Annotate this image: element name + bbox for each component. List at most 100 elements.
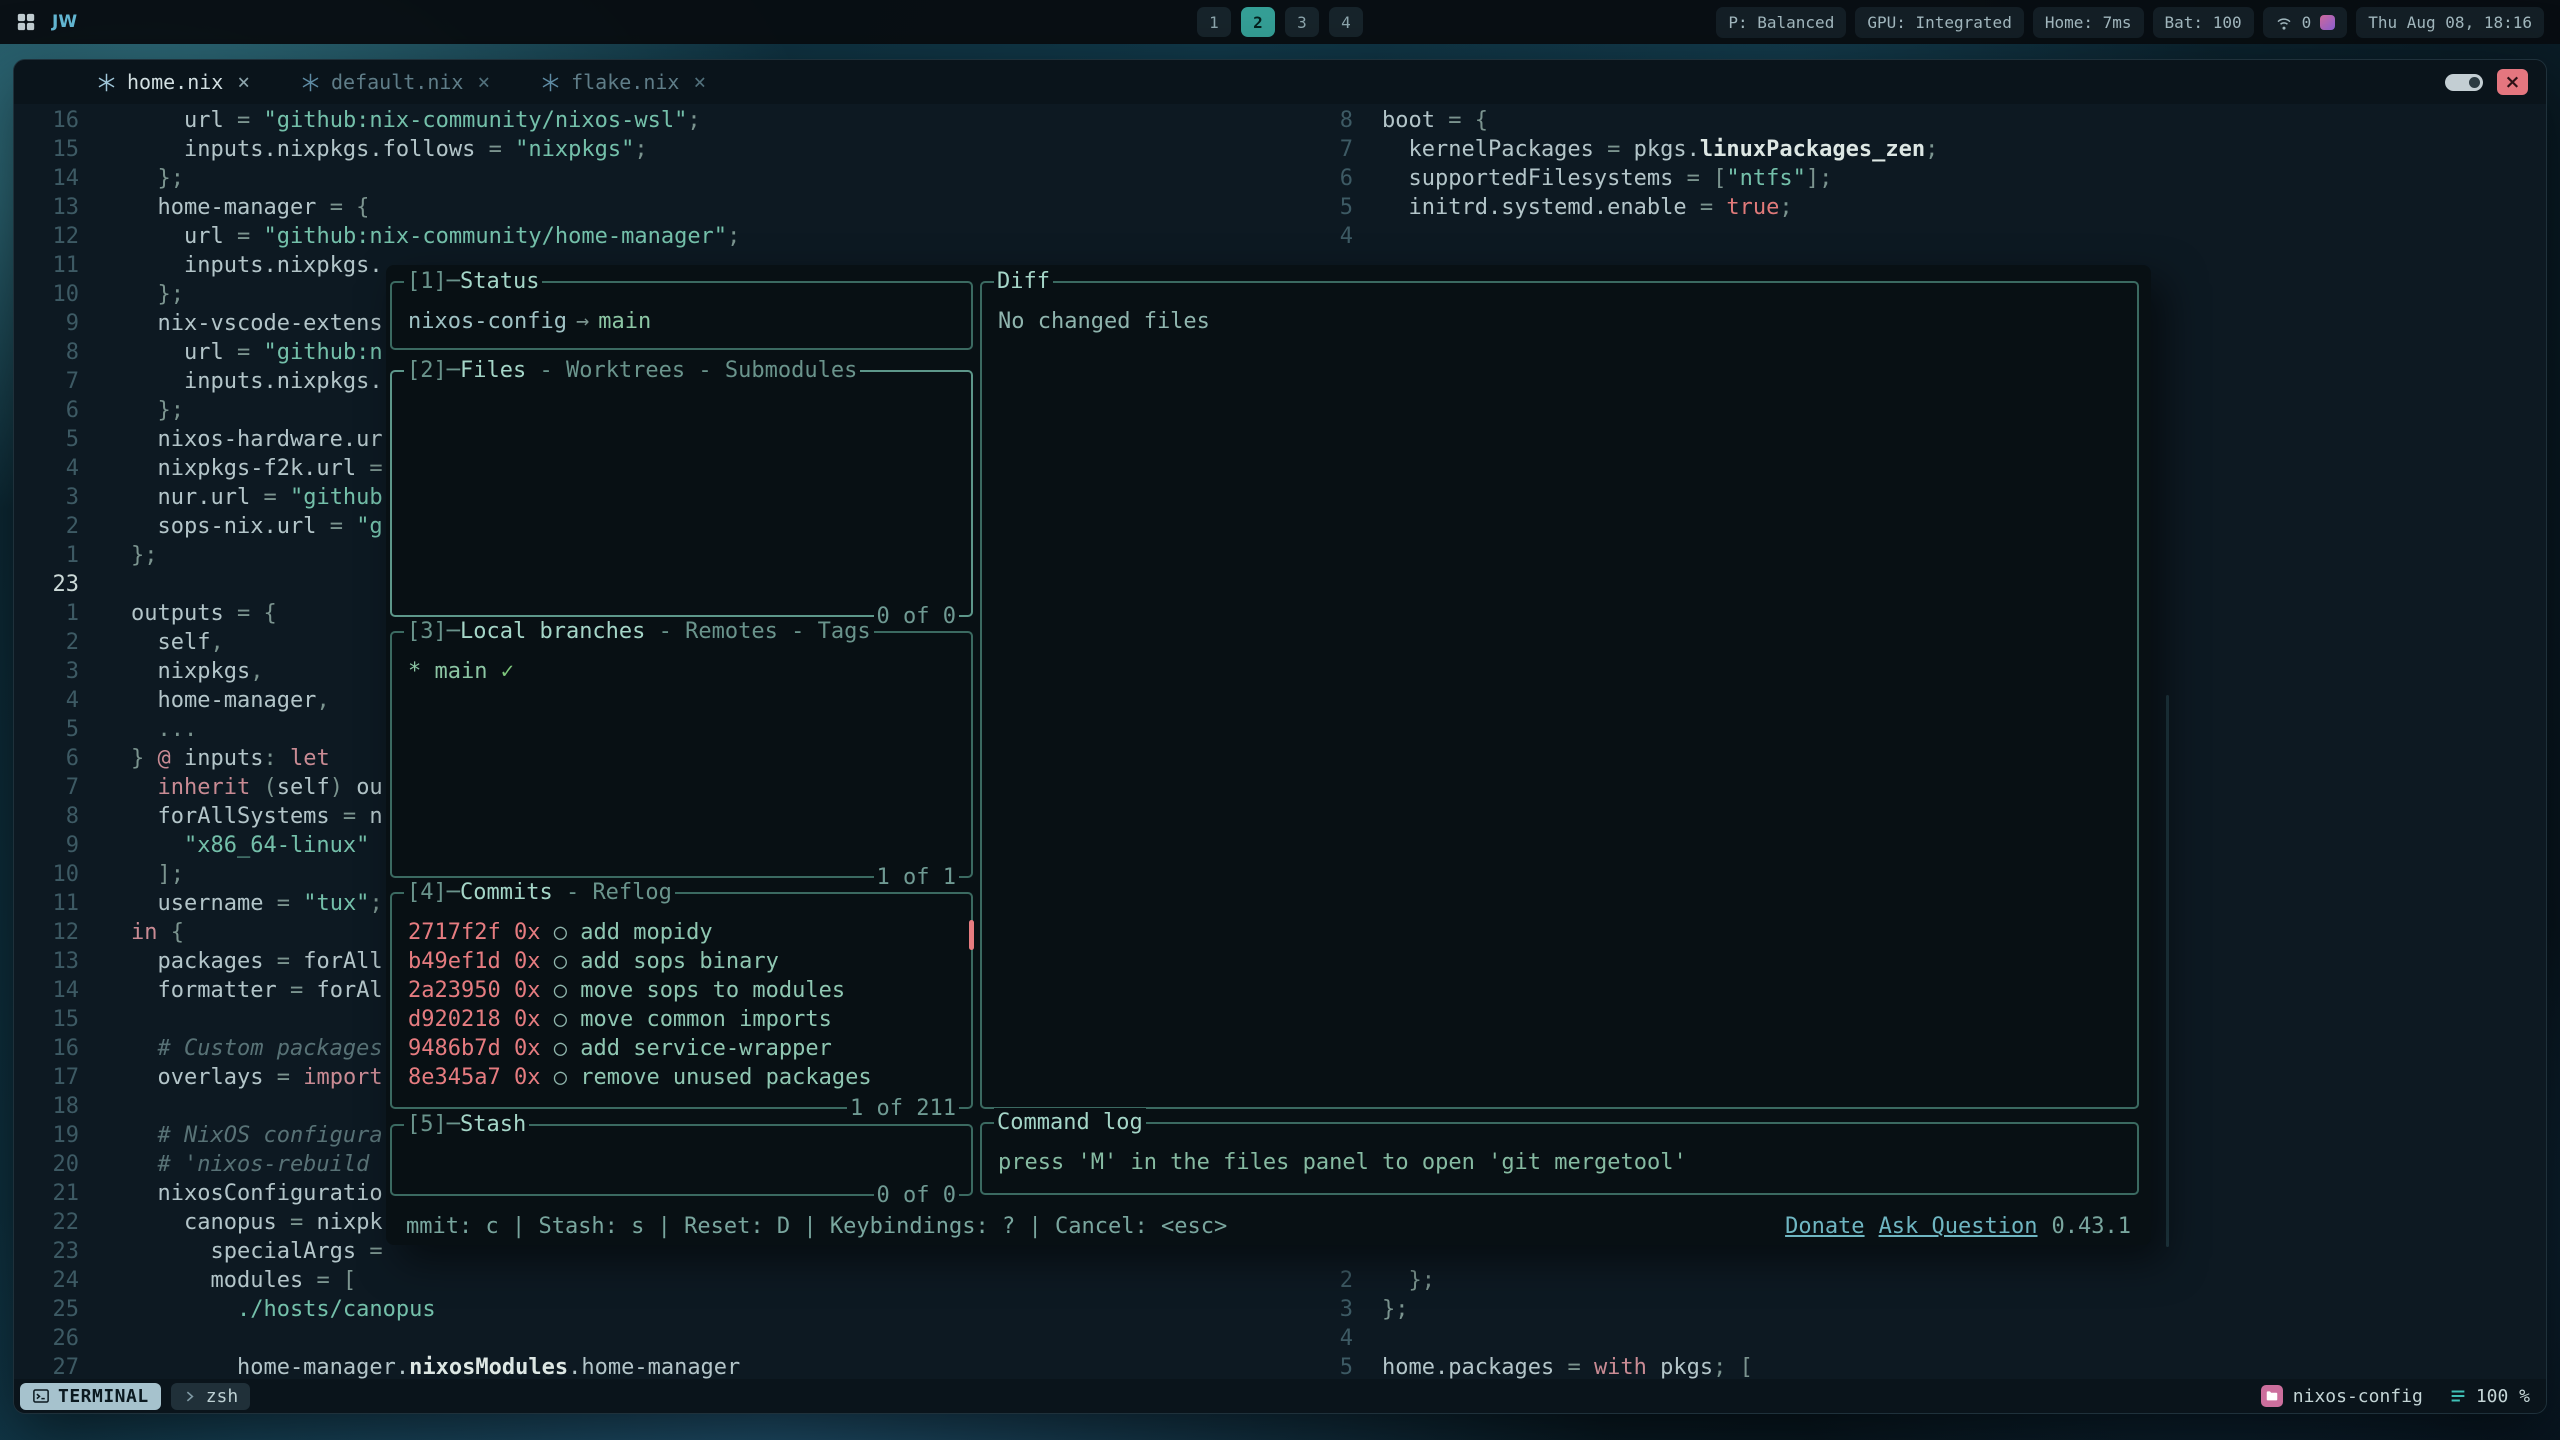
scrollbar-thumb[interactable] [969,920,974,950]
nix-snowflake-icon [540,72,561,93]
code-line[interactable]: 12 url = "github:nix-community/home-mana… [14,222,740,251]
workspace-button-4[interactable]: 4 [1329,7,1363,37]
code-line[interactable]: 27 home-manager.nixosModules.home-manage… [14,1353,740,1379]
commit-row[interactable]: 2a23950 0x ○ move sops to modules [408,976,955,1005]
repo-indicator[interactable]: nixos-config [2261,1385,2423,1407]
donate-link[interactable]: Donate [1785,1212,1864,1241]
commit-row[interactable]: b49ef1d 0x ○ add sops binary [408,947,955,976]
code-text: home-manager.nixosModules.home-manager [131,1353,740,1379]
code-line[interactable]: 25 ./hosts/canopus [14,1295,740,1324]
workspace-button-3[interactable]: 3 [1285,7,1319,37]
line-number: 20 [14,1150,131,1179]
panel-count: 0 of 0 [874,602,959,631]
commit-author: 0x [514,1036,554,1061]
code-line[interactable]: 26 [14,1324,740,1353]
color-swatch-icon[interactable] [2320,15,2335,30]
code-text: home-manager, [131,686,330,715]
commit-author: 0x [514,1065,554,1090]
panel-title: Diff [994,267,1053,296]
ask-question-link[interactable]: Ask Question [1879,1212,2038,1241]
status-chip[interactable]: GPU: Integrated [1855,7,2024,38]
workspace-button-1[interactable]: 1 [1197,7,1231,37]
system-tray[interactable]: 0 [2263,7,2348,38]
lazygit-status-panel[interactable]: [1]─Status nixos-config→main [390,281,973,350]
line-number: 6 [1265,164,1382,193]
layout-badge[interactable]: JW [52,12,77,32]
command-log-content: press 'M' in the files panel to open 'gi… [982,1124,2137,1185]
code-line[interactable]: 6 supportedFilesystems = ["ntfs"]; [1265,164,1938,193]
pane-scrollbar[interactable] [2166,695,2169,1247]
line-number: 3 [14,483,131,512]
line-number: 23 [14,1237,131,1266]
line-number: 23 [14,570,131,599]
commit-message: move sops to modules [580,978,845,1003]
commit-message: remove unused packages [580,1065,871,1090]
code-line[interactable]: 7 kernelPackages = pkgs.linuxPackages_ze… [1265,135,1938,164]
lazygit-command-log-panel[interactable]: Command log press 'M' in the files panel… [980,1122,2139,1195]
tab-close-icon[interactable]: × [477,70,490,94]
lazygit-stash-panel[interactable]: [5]─Stash 0 of 0 [390,1124,973,1196]
commit-row[interactable]: 8e345a7 0x ○ remove unused packages [408,1063,955,1092]
code-text: initrd.systemd.enable = true; [1382,193,1793,222]
line-number: 4 [14,686,131,715]
code-text: inputs.nixpkgs. [131,251,383,280]
code-line[interactable]: 13 home-manager = { [14,193,740,222]
graph-node-icon: ○ [554,949,581,974]
code-line[interactable]: 8boot = { [1265,106,1938,135]
tab-close-icon[interactable]: × [237,70,250,94]
tab-default.nix[interactable]: default.nix× [290,60,500,104]
tab-close-icon[interactable]: × [693,70,706,94]
code-line[interactable]: 2 }; [1265,1266,1938,1295]
code-line[interactable]: 16 url = "github:nix-community/nixos-wsl… [14,106,740,135]
code-line[interactable]: 3}; [1265,1295,1938,1324]
editor-area: 16 url = "github:nix-community/nixos-wsl… [14,104,2546,1379]
workspace-button-2[interactable]: 2 [1241,7,1275,37]
pin-toggle-dot [2469,77,2480,88]
code-text: # NixOS configura [131,1121,383,1150]
status-chip[interactable]: P: Balanced [1716,7,1846,38]
commit-message: add service-wrapper [580,1036,832,1061]
notification-count[interactable]: 0 [2302,13,2312,32]
code-line[interactable]: 15 inputs.nixpkgs.follows = "nixpkgs"; [14,135,740,164]
code-line[interactable]: 4 [1265,222,1938,251]
clock[interactable]: Thu Aug 08, 18:16 [2356,7,2544,38]
commit-row[interactable]: 2717f2f 0x ○ add mopidy [408,918,955,947]
code-line[interactable]: 5home.packages = with pkgs; [ [1265,1353,1938,1379]
wifi-icon[interactable] [2275,13,2293,31]
commit-author: 0x [514,920,554,945]
commit-author: 0x [514,949,554,974]
code-text: nixpkgs-f2k.url = [131,454,383,483]
code-line[interactable]: 24 modules = [ [14,1266,740,1295]
line-number: 6 [14,744,131,773]
line-number: 15 [14,135,131,164]
code-text: nixosConfiguratio [131,1179,383,1208]
status-chip[interactable]: Bat: 100 [2153,7,2254,38]
tab-flake.nix[interactable]: flake.nix× [530,60,716,104]
apps-menu-icon[interactable] [16,12,36,32]
line-number: 27 [14,1353,131,1379]
line-number: 1 [14,541,131,570]
line-number: 14 [14,164,131,193]
line-number: 10 [14,860,131,889]
code-text: home-manager = { [131,193,369,222]
shell-indicator[interactable]: zsh [171,1383,251,1410]
commit-row[interactable]: d920218 0x ○ move common imports [408,1005,955,1034]
status-chip[interactable]: Home: 7ms [2033,7,2144,38]
code-line[interactable]: 5 initrd.systemd.enable = true; [1265,193,1938,222]
lazygit-files-panel[interactable]: [2]─Files - Worktrees - Submodules 0 of … [390,370,973,617]
lazygit-branches-panel[interactable]: [3]─Local branches - Remotes - Tags * ma… [390,631,973,878]
line-number: 17 [14,1063,131,1092]
code-line[interactable]: 4 [1265,1324,1938,1353]
pin-toggle[interactable] [2445,74,2483,91]
prompt-icon [183,1389,198,1404]
code-line[interactable]: 14 }; [14,164,740,193]
workspace-switcher: 1234 [1197,7,1363,37]
lazygit-commits-panel[interactable]: [4]─Commits - Reflog 2717f2f 0x ○ add mo… [390,892,973,1109]
commit-row[interactable]: 9486b7d 0x ○ add service-wrapper [408,1034,955,1063]
lazygit-diff-panel[interactable]: Diff No changed files [980,281,2139,1109]
window-close-button[interactable]: × [2497,69,2528,95]
line-number: 26 [14,1324,131,1353]
commit-hash: 9486b7d [408,1036,514,1061]
tab-home.nix[interactable]: home.nix× [86,60,260,104]
code-text: ]; [131,860,184,889]
